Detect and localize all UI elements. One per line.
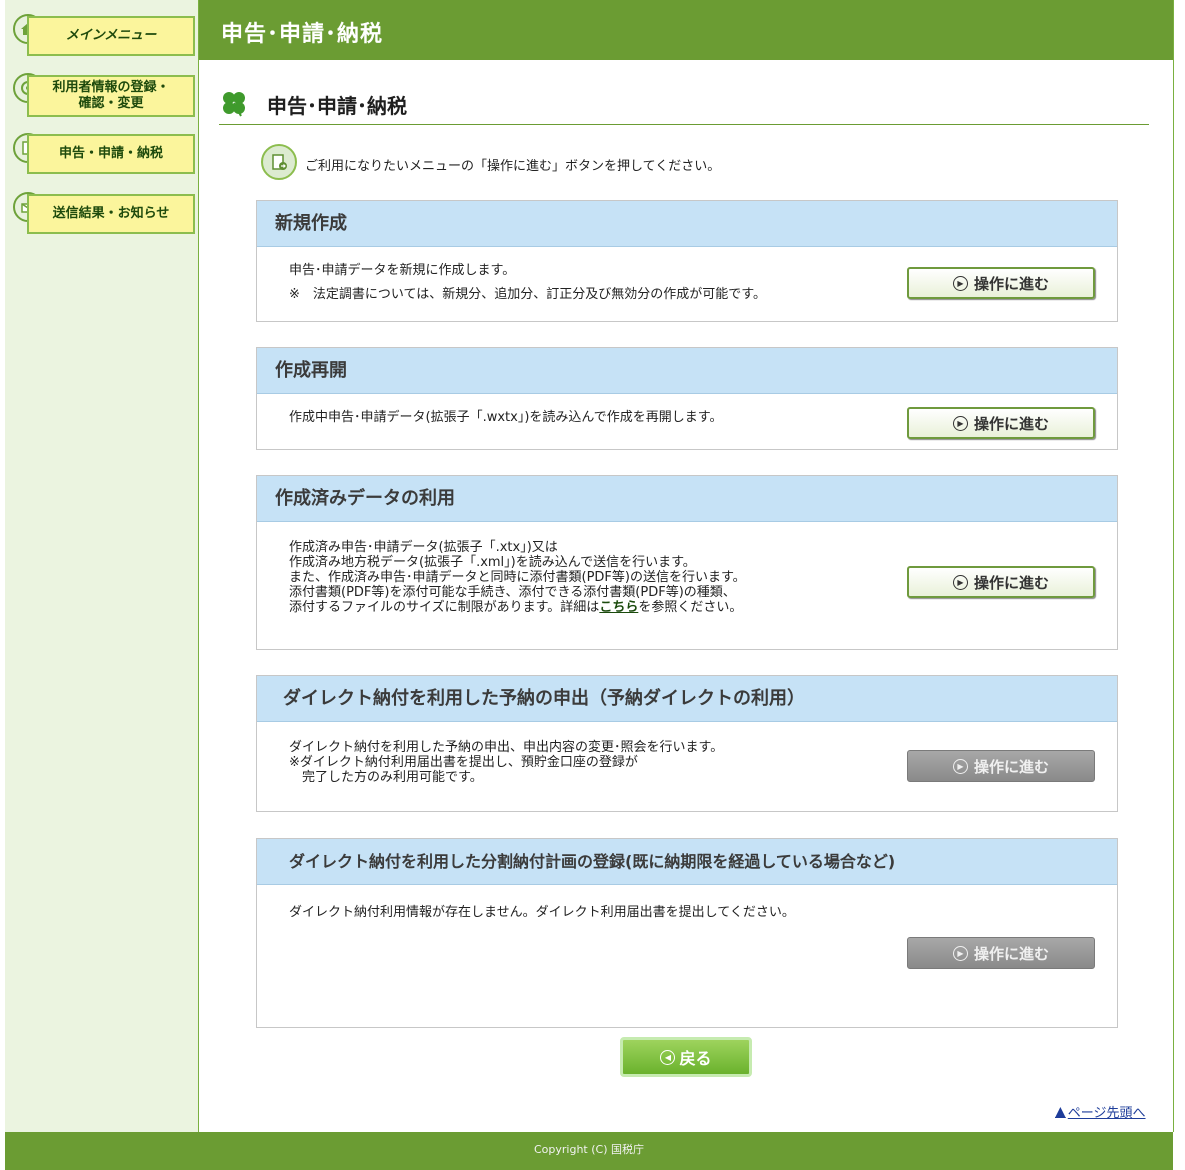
section-title: 新規作成 — [257, 201, 1117, 247]
sidebar-item-results[interactable]: 送信結果・お知らせ — [27, 194, 195, 234]
page-heading: 申告･申請･納税 — [219, 86, 1149, 125]
play-icon: ▶ — [952, 574, 968, 590]
section-title: ダイレクト納付を利用した分割納付計画の登録(既に納期限を経過している場合など) — [257, 839, 1117, 885]
section-new: 新規作成 申告･申請データを新規に作成します。 ※ 法定調書については、新規分、… — [256, 200, 1118, 322]
section-title: 作成済みデータの利用 — [257, 476, 1117, 522]
proceed-button[interactable]: ▶ 操作に進む — [907, 407, 1095, 439]
header-bar: 申告･申請･納税 — [199, 0, 1173, 60]
proceed-button-disabled[interactable]: ▶ 操作に進む — [907, 937, 1095, 969]
play-icon: ▶ — [952, 275, 968, 291]
section-installment: ダイレクト納付を利用した分割納付計画の登録(既に納期限を経過している場合など) … — [256, 838, 1118, 1028]
details-link[interactable]: こちら — [599, 600, 638, 615]
back-button[interactable]: ◀ 戻る — [620, 1037, 752, 1077]
play-icon: ▶ — [952, 415, 968, 431]
sidebar-item-label: 送信結果・お知らせ — [52, 206, 170, 221]
section-text-line: 添付するファイルのサイズに制限があります。詳細はこちらを参照ください。 — [289, 600, 743, 615]
clover-icon — [223, 92, 245, 117]
section-text-line: 作成済み申告･申請データ(拡張子「.xtx」)又は — [289, 540, 558, 555]
section-title: ダイレクト納付を利用した予納の申出（予納ダイレクトの利用） — [257, 676, 1117, 722]
proceed-button[interactable]: ▶ 操作に進む — [907, 566, 1095, 598]
sidebar-item-user-info[interactable]: 利用者情報の登録・ 確認・変更 — [27, 75, 195, 117]
proceed-button[interactable]: ▶ 操作に進む — [907, 267, 1095, 299]
header-title: 申告･申請･納税 — [221, 22, 384, 47]
up-arrow-icon: ▲ — [1055, 1103, 1066, 1120]
sidebar-item-label: 申告・申請・納税 — [58, 146, 163, 161]
section-prepayment: ダイレクト納付を利用した予納の申出（予納ダイレクトの利用） ダイレクト納付を利用… — [256, 675, 1118, 812]
sidebar: メインメニュー 利用者情報の登録・ 確認・変更 申告・申請・納税 送信結果・お知… — [5, 0, 199, 1132]
copyright-text: Copyright (C) 国税庁 — [533, 1143, 644, 1156]
page-top-link[interactable]: ▲ ページ先頭へ — [1055, 1102, 1146, 1122]
section-existing-data: 作成済みデータの利用 作成済み申告･申請データ(拡張子「.xtx」)又は 作成済… — [256, 475, 1118, 650]
page-title: 申告･申請･納税 — [267, 94, 407, 118]
sidebar-item-declaration[interactable]: 申告・申請・納税 — [27, 134, 195, 174]
section-resume: 作成再開 作成中申告･申請データ(拡張子「.wxtx」)を読み込んで作成を再開し… — [256, 347, 1118, 450]
sidebar-item-label: 利用者情報の登録・ 確認・変更 — [52, 80, 170, 111]
section-text: ダイレクト納付利用情報が存在しません。ダイレクト利用届出書を提出してください。 — [289, 905, 795, 920]
instruction-text: ご利用になりたいメニューの「操作に進む」ボタンを押してください。 — [305, 159, 721, 174]
footer: Copyright (C) 国税庁 — [5, 1132, 1173, 1170]
document-arrow-icon — [261, 144, 297, 180]
play-icon: ▶ — [952, 945, 968, 961]
sidebar-item-label: メインメニュー — [65, 28, 157, 43]
section-body: ダイレクト納付利用情報が存在しません。ダイレクト利用届出書を提出してください。 — [257, 885, 1117, 921]
play-icon: ▶ — [952, 758, 968, 774]
back-arrow-icon: ◀ — [660, 1049, 676, 1065]
sidebar-item-main-menu[interactable]: メインメニュー — [27, 16, 195, 56]
section-title: 作成再開 — [257, 348, 1117, 394]
instruction: ご利用になりたいメニューの「操作に進む」ボタンを押してください。 — [261, 144, 961, 184]
main-content: 申告･申請･納税 申告･申請･納税 ご利用になりたいメニューの「操作に進む」ボタ… — [199, 0, 1174, 1132]
proceed-button-disabled[interactable]: ▶ 操作に進む — [907, 750, 1095, 782]
